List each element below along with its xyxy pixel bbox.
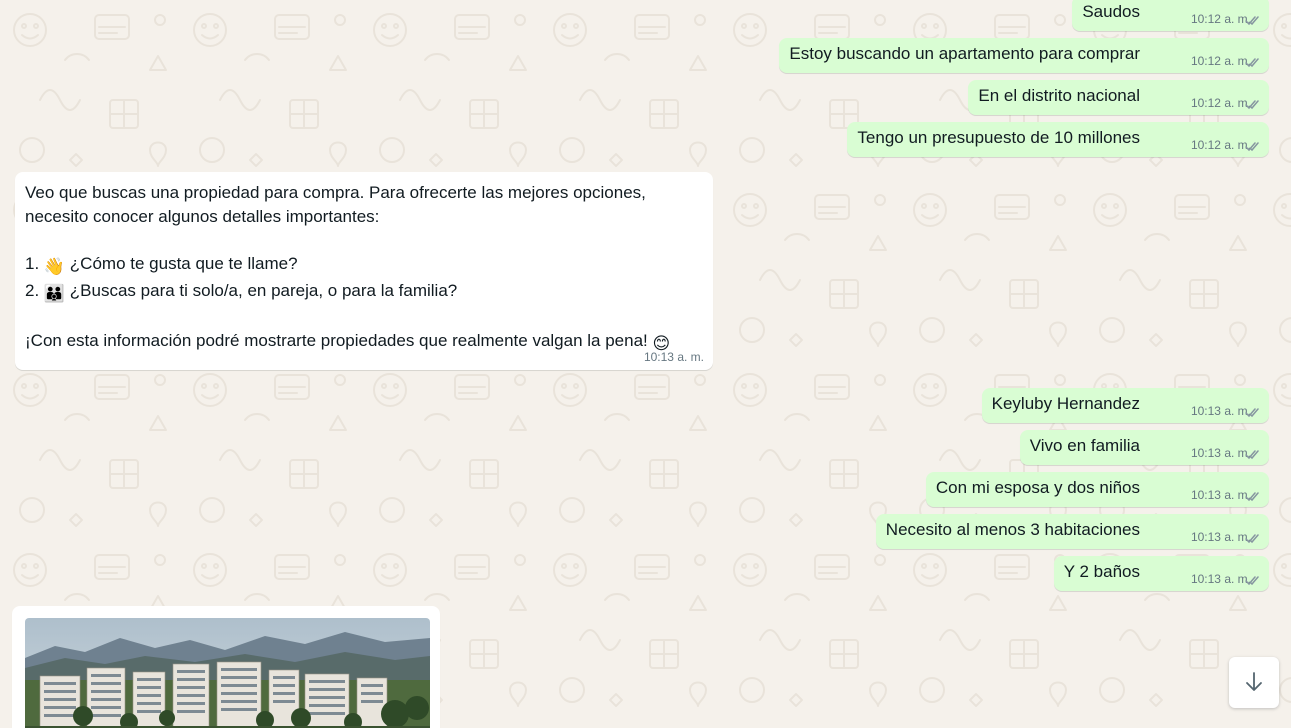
message-time: 10:13 a. m. <box>1190 446 1251 460</box>
message-time: 10:13 a. m. <box>643 350 704 364</box>
image-message[interactable] <box>12 606 440 728</box>
waving-hand-icon: 👋 <box>43 257 66 276</box>
read-ticks-icon <box>1245 142 1259 152</box>
read-ticks-icon <box>1245 58 1259 68</box>
family-icon: 👪 <box>43 284 66 303</box>
message-time: 10:12 a. m. <box>1190 12 1251 26</box>
read-ticks-icon <box>1245 492 1259 502</box>
message-text: Necesito al menos 3 habitaciones <box>885 520 1140 539</box>
outgoing-message[interactable]: Necesito al menos 3 habitaciones 10:13 a… <box>875 514 1269 549</box>
message-text: Estoy buscando un apartamento para compr… <box>789 44 1140 63</box>
read-ticks-icon <box>1245 16 1259 26</box>
message-time: 10:13 a. m. <box>1190 404 1251 418</box>
outgoing-message[interactable]: Vivo en familia 10:13 a. m. <box>1019 430 1269 465</box>
arrow-down-icon <box>1246 672 1262 691</box>
message-line: Veo que buscas una propiedad para compra… <box>25 183 646 202</box>
outgoing-message[interactable]: Con mi esposa y dos niños 10:13 a. m. <box>925 472 1269 507</box>
message-text: Tengo un presupuesto de 10 millones <box>857 128 1140 147</box>
message-time: 10:13 a. m. <box>1190 572 1251 586</box>
outgoing-message[interactable]: Y 2 baños 10:13 a. m. <box>1053 556 1269 591</box>
outgoing-message[interactable]: Saudos 10:12 a. m. <box>1072 0 1269 31</box>
outgoing-message[interactable]: Estoy buscando un apartamento para compr… <box>779 38 1269 73</box>
question-1: 1. 👋 ¿Cómo te gusta que te llame? <box>25 252 703 279</box>
outgoing-message[interactable]: Keyluby Hernandez 10:13 a. m. <box>981 388 1269 423</box>
read-ticks-icon <box>1245 576 1259 586</box>
message-time: 10:13 a. m. <box>1190 488 1251 502</box>
incoming-message[interactable]: Veo que buscas una propiedad para compra… <box>15 172 713 370</box>
read-ticks-icon <box>1245 450 1259 460</box>
message-line: necesito conocer algunos detalles import… <box>25 207 380 226</box>
message-time: 10:12 a. m. <box>1190 96 1251 110</box>
apartment-photo[interactable] <box>25 618 430 728</box>
read-ticks-icon <box>1245 534 1259 544</box>
outgoing-message[interactable]: En el distrito nacional 10:12 a. m. <box>968 80 1269 115</box>
message-time: 10:12 a. m. <box>1190 138 1251 152</box>
scroll-to-bottom-button[interactable] <box>1229 657 1279 708</box>
message-time: 10:13 a. m. <box>1190 530 1251 544</box>
read-ticks-icon <box>1245 408 1259 418</box>
question-2: 2. 👪 ¿Buscas para ti solo/a, en pareja, … <box>25 279 703 306</box>
closing-line: ¡Con esta información podré mostrarte pr… <box>25 329 703 356</box>
message-time: 10:12 a. m. <box>1190 54 1251 68</box>
read-ticks-icon <box>1245 100 1259 110</box>
outgoing-message[interactable]: Tengo un presupuesto de 10 millones 10:1… <box>847 122 1269 157</box>
